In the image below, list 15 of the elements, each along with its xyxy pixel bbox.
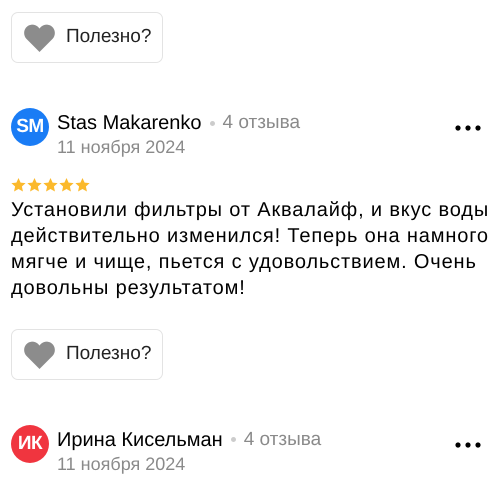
avatar: SM — [11, 108, 49, 146]
review-count: 4 отзыва — [222, 110, 300, 135]
helpful-button[interactable]: Полезно? — [11, 12, 164, 63]
helpful-button[interactable]: Полезно? — [11, 328, 164, 380]
review-count: 4 отзыва — [244, 428, 322, 452]
avatar: ИК — [11, 424, 49, 463]
review-text: Установили фильтры от Аквалайф, и вкус воды действительно изменился! Теперь она намного мягче и чище, пьется с удовольствием. Очень довольны результатом! — [11, 198, 490, 301]
heart-icon — [23, 340, 56, 369]
review-date: 11 ноября 2024 — [57, 454, 186, 475]
review-date: 11 ноября 2024 — [57, 138, 186, 158]
author-name[interactable]: Ирина Кисельман — [57, 424, 223, 455]
more-icon[interactable] — [455, 440, 481, 449]
heart-icon — [23, 23, 56, 52]
author-name[interactable]: Stas Makarenko — [57, 108, 202, 138]
more-icon[interactable] — [455, 124, 481, 132]
